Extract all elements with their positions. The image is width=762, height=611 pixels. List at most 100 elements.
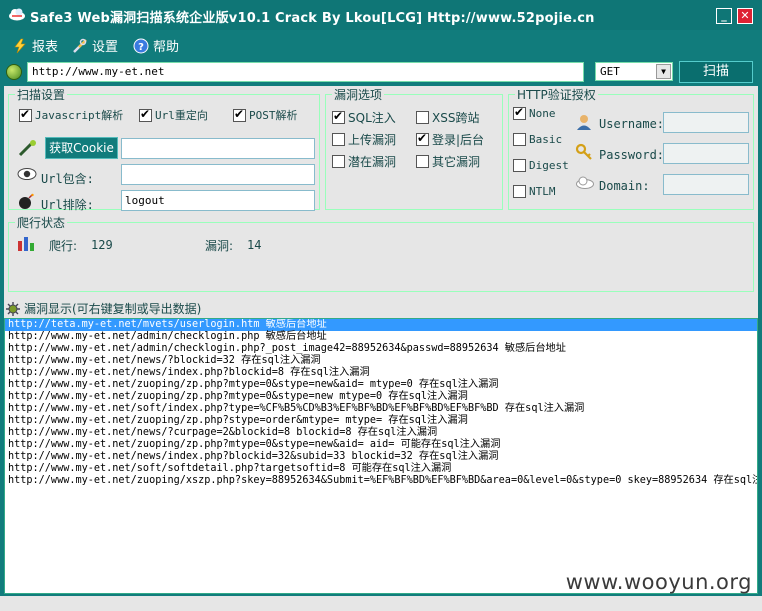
minimize-icon: _ xyxy=(721,9,727,22)
crawl-count-label: 爬行: xyxy=(49,239,78,253)
checkbox-label: SQL注入 xyxy=(348,111,396,125)
crawl-status-group: 爬行状态 爬行: 129 漏洞: 14 xyxy=(8,214,754,292)
checkbox-box[interactable] xyxy=(416,111,429,124)
method-value: GET xyxy=(600,65,620,78)
checkbox-box[interactable] xyxy=(332,155,345,168)
url-exclude-label: Url排除: xyxy=(41,198,94,212)
checkbox-label: None xyxy=(529,107,556,120)
tools-icon xyxy=(73,38,87,53)
auth-digest-checkbox[interactable]: Digest xyxy=(513,159,569,172)
menu-bar: 报表 设置 ? 帮助 xyxy=(0,30,762,56)
menu-settings[interactable]: 设置 xyxy=(72,36,118,55)
checkbox-box[interactable] xyxy=(513,159,526,172)
checkbox-label: Url重定向 xyxy=(155,109,208,122)
vuln-options-title: 漏洞选项 xyxy=(332,86,385,103)
list-item[interactable]: http://www.my-et.net/soft/index.php?type… xyxy=(5,403,757,415)
url-input[interactable]: http://www.my-et.net xyxy=(27,62,584,82)
list-item[interactable]: http://www.my-et.net/admin/checklogin.ph… xyxy=(5,343,757,355)
close-icon: ✕ xyxy=(740,9,750,22)
list-item[interactable]: http://www.my-et.net/zuoping/zp.php?mtyp… xyxy=(5,439,757,451)
auth-basic-checkbox[interactable]: Basic xyxy=(513,133,562,146)
list-item[interactable]: http://www.my-et.net/zuoping/xszp.php?sk… xyxy=(5,475,757,487)
vuln-count-value: 14 xyxy=(247,238,262,252)
checkbox-box[interactable] xyxy=(416,155,429,168)
cloud-domain-icon xyxy=(576,176,594,189)
auth-none-checkbox[interactable]: None xyxy=(513,105,556,120)
vuln-display-title: 漏洞显示(可右键复制或导出数据) xyxy=(24,302,202,316)
checkbox-box[interactable] xyxy=(416,131,429,146)
list-item[interactable]: http://www.my-et.net/soft/softdetail.php… xyxy=(5,463,757,475)
auth-ntlm-checkbox[interactable]: NTLM xyxy=(513,185,556,198)
get-cookie-button[interactable]: 获取Cookie xyxy=(45,137,118,159)
password-input[interactable] xyxy=(663,143,749,164)
other-vuln-checkbox[interactable]: 其它漏洞 xyxy=(416,153,480,170)
list-item[interactable]: http://www.my-et.net/news/?curpage=2&blo… xyxy=(5,427,757,439)
bomb-icon xyxy=(19,193,34,209)
cloud-logo-icon xyxy=(9,8,25,21)
globe-icon xyxy=(6,64,22,80)
checkbox-label: 潜在漏洞 xyxy=(348,155,397,169)
menu-report[interactable]: 报表 xyxy=(12,36,58,55)
checkbox-box[interactable] xyxy=(513,185,526,198)
list-item[interactable]: http://www.my-et.net/news/index.php?bloc… xyxy=(5,367,757,379)
javascript-parse-checkbox[interactable]: Javascript解析 xyxy=(19,107,123,123)
list-item[interactable]: http://www.my-et.net/zuoping/zp.php?styp… xyxy=(5,415,757,427)
chevron-down-icon[interactable]: ▼ xyxy=(656,64,671,79)
crawl-status-title: 爬行状态 xyxy=(15,214,68,231)
list-item[interactable]: http://www.my-et.net/news/index.php?bloc… xyxy=(5,451,757,463)
cookie-input[interactable] xyxy=(121,138,315,159)
gear-bug-icon xyxy=(6,301,20,316)
post-parse-checkbox[interactable]: POST解析 xyxy=(233,107,298,123)
vuln-options-group: 漏洞选项 SQL注入 XSS跨站 上传漏洞 登录|后台 潜在漏洞 xyxy=(325,86,503,210)
checkbox-label: Basic xyxy=(529,133,563,146)
checkbox-label: POST解析 xyxy=(249,109,298,122)
checkbox-box[interactable] xyxy=(233,107,246,122)
checkbox-label: NTLM xyxy=(529,185,556,198)
checkbox-box[interactable] xyxy=(513,105,526,120)
url-include-label: Url包含: xyxy=(41,172,94,186)
list-item[interactable]: http://www.my-et.net/zuoping/zp.php?mtyp… xyxy=(5,391,757,403)
vuln-count-label: 漏洞: xyxy=(205,239,234,253)
list-item[interactable]: http://www.my-et.net/admin/checklogin.ph… xyxy=(5,331,757,343)
vuln-display-title-row: 漏洞显示(可右键复制或导出数据) xyxy=(6,300,201,317)
url-exclude-input[interactable]: logout xyxy=(121,190,315,211)
url-include-input[interactable] xyxy=(121,164,315,185)
username-input[interactable] xyxy=(663,112,749,133)
sql-injection-checkbox[interactable]: SQL注入 xyxy=(332,109,396,126)
xss-checkbox[interactable]: XSS跨站 xyxy=(416,109,479,126)
login-admin-checkbox[interactable]: 登录|后台 xyxy=(416,131,484,148)
title-bar: Safe3 Web漏洞扫描系统企业版v10.1 Crack By Lkou[LC… xyxy=(0,0,762,30)
checkbox-box[interactable] xyxy=(332,109,345,124)
watermark: www.wooyun.org xyxy=(565,570,752,594)
checkbox-label: XSS跨站 xyxy=(432,111,480,125)
method-select[interactable]: GET ▼ xyxy=(595,62,673,81)
list-item[interactable]: http://www.my-et.net/zuoping/zp.php?mtyp… xyxy=(5,379,757,391)
checkbox-box[interactable] xyxy=(139,107,152,122)
crawl-count-value: 129 xyxy=(91,238,113,252)
http-auth-group: HTTP验证授权 None Basic Digest NTLM Usern xyxy=(508,86,754,210)
potential-vuln-checkbox[interactable]: 潜在漏洞 xyxy=(332,153,396,170)
checkbox-box[interactable] xyxy=(513,133,526,146)
checkbox-box[interactable] xyxy=(19,107,32,122)
minimize-button[interactable]: _ xyxy=(716,8,732,24)
scan-button[interactable]: 扫描 xyxy=(679,61,753,83)
checkbox-box[interactable] xyxy=(332,133,345,146)
key-icon xyxy=(575,143,592,160)
vuln-list[interactable]: http://teta.my-et.net/mvets/userlogin.ht… xyxy=(4,318,758,594)
domain-input[interactable] xyxy=(663,174,749,195)
url-redirect-checkbox[interactable]: Url重定向 xyxy=(139,107,208,123)
menu-help[interactable]: ? 帮助 xyxy=(133,36,179,55)
scan-settings-group: 扫描设置 Javascript解析 Url重定向 POST解析 获取Cookie xyxy=(8,86,320,212)
list-item[interactable]: http://teta.my-et.net/mvets/userlogin.ht… xyxy=(5,319,757,331)
scan-settings-title: 扫描设置 xyxy=(15,86,68,103)
checkbox-label: Digest xyxy=(529,159,569,172)
menu-help-label: 帮助 xyxy=(153,40,180,55)
checkbox-label: 其它漏洞 xyxy=(432,155,481,169)
close-button[interactable]: ✕ xyxy=(737,8,753,24)
domain-label: Domain: xyxy=(599,179,650,193)
help-icon: ? xyxy=(133,38,149,53)
checkbox-label: Javascript解析 xyxy=(35,109,124,122)
app-window: Safe3 Web漏洞扫描系统企业版v10.1 Crack By Lkou[LC… xyxy=(0,0,762,611)
upload-vuln-checkbox[interactable]: 上传漏洞 xyxy=(332,131,396,148)
list-item[interactable]: http://www.my-et.net/news/?blockid=32 存在… xyxy=(5,355,757,367)
